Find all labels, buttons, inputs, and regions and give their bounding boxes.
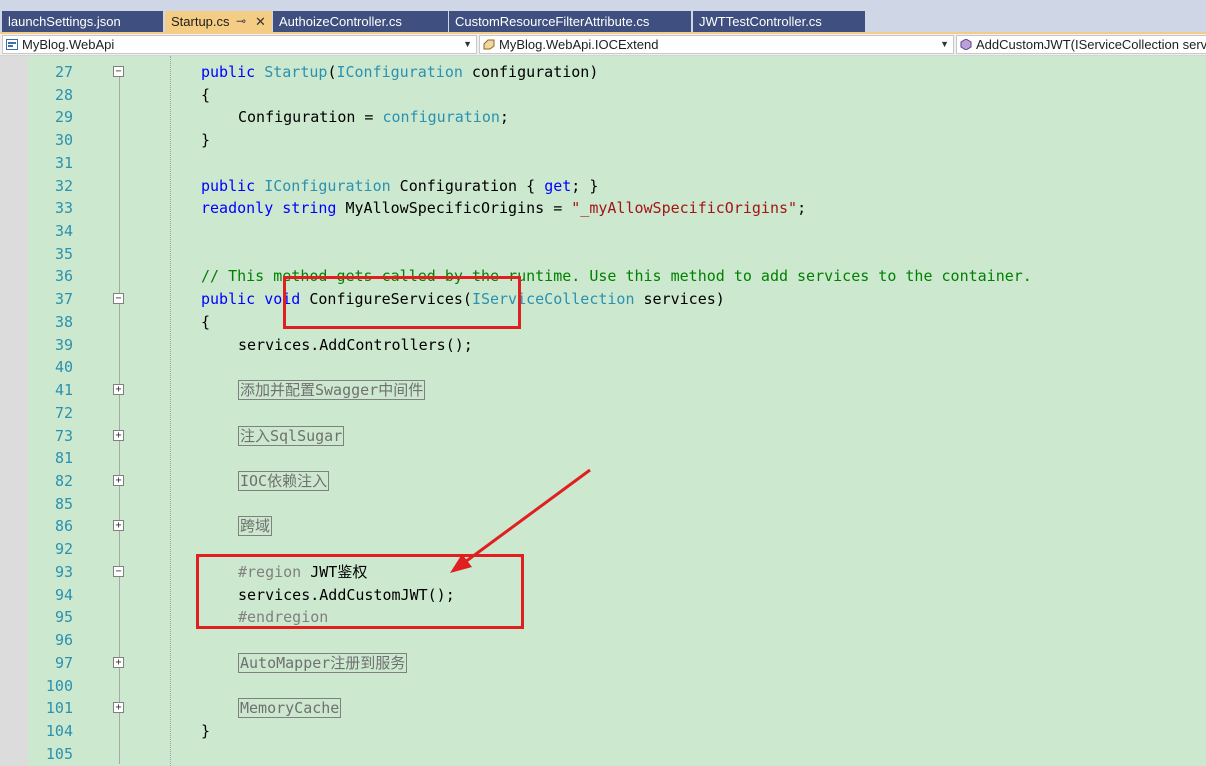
- close-icon[interactable]: ✕: [255, 11, 266, 32]
- class-dropdown[interactable]: MyBlog.WebApi.IOCExtend ▼: [479, 35, 954, 54]
- tab-authoizecontroller[interactable]: AuthoizeController.cs: [273, 11, 448, 32]
- class-dropdown-value: MyBlog.WebApi.IOCExtend: [499, 37, 659, 52]
- method-icon: [960, 39, 972, 50]
- tab-launchsettings[interactable]: launchSettings.json: [2, 11, 163, 32]
- project-dropdown-value: MyBlog.WebApi: [22, 37, 115, 52]
- project-dropdown[interactable]: MyBlog.WebApi ▼: [2, 35, 477, 54]
- tab-label: CustomResourceFilterAttribute.cs: [455, 14, 650, 29]
- project-icon: [6, 39, 18, 50]
- chevron-down-icon: ▼: [940, 39, 949, 49]
- chevron-down-icon: ▼: [463, 39, 472, 49]
- document-tab-bar: launchSettings.json Startup.cs ⊸ ✕ Autho…: [0, 8, 1206, 32]
- class-icon: [483, 39, 495, 50]
- tab-startup[interactable]: Startup.cs ⊸ ✕: [165, 11, 272, 32]
- tab-label: AuthoizeController.cs: [279, 14, 402, 29]
- member-dropdown[interactable]: AddCustomJWT(IServiceCollection servi: [956, 35, 1206, 54]
- tab-label: Startup.cs: [171, 14, 230, 29]
- window-top-strip: [0, 0, 1206, 8]
- member-dropdown-value: AddCustomJWT(IServiceCollection servi: [976, 37, 1206, 52]
- tab-label: launchSettings.json: [8, 14, 121, 29]
- annotation-arrow-icon: [450, 468, 591, 573]
- navigation-bar: MyBlog.WebApi ▼ MyBlog.WebApi.IOCExtend …: [0, 34, 1206, 56]
- tab-label: JWTTestController.cs: [699, 14, 822, 29]
- tab-customresourcefilterattribute[interactable]: CustomResourceFilterAttribute.cs: [449, 11, 691, 32]
- pin-icon[interactable]: ⊸: [236, 11, 246, 32]
- tab-jwttestcontroller[interactable]: JWTTestController.cs: [693, 11, 865, 32]
- code-editor[interactable]: 27 28 29 30 31 32 33 34 35 36 37 38 39 4…: [0, 56, 1206, 766]
